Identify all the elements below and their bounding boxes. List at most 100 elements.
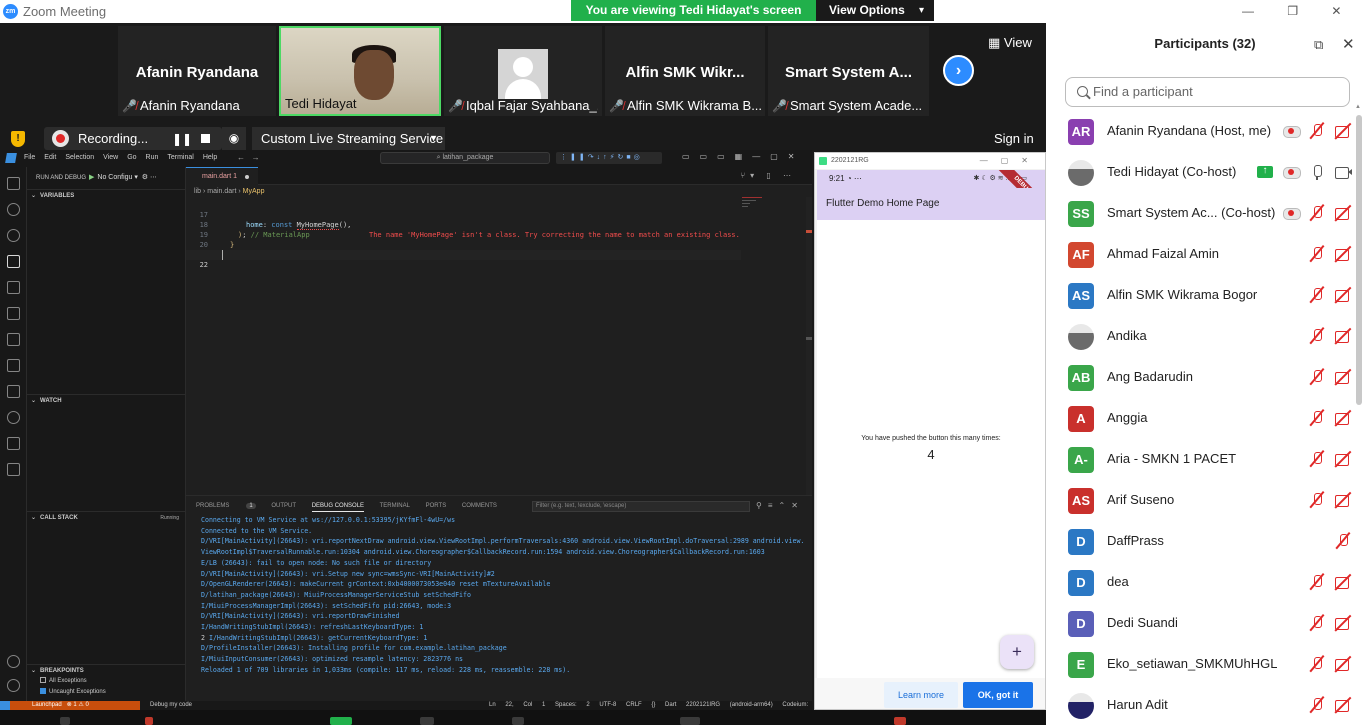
breadcrumb-class[interactable]: MyApp bbox=[243, 188, 265, 195]
taskbar-icon[interactable] bbox=[145, 717, 153, 725]
code-line-18[interactable]: 18 ); // MaterialApp bbox=[186, 210, 310, 239]
participant-row[interactable]: Andika bbox=[1046, 316, 1356, 357]
participant-row[interactable]: D DaffPrass bbox=[1046, 521, 1356, 562]
testing-icon[interactable] bbox=[7, 333, 20, 346]
ok-got-it-button[interactable]: OK, got it bbox=[963, 682, 1033, 708]
participant-row[interactable]: E Eko_setiawan_SMKMUhHGL bbox=[1046, 644, 1356, 685]
code-line-20[interactable]: 20 } bbox=[186, 230, 227, 259]
video-tile[interactable]: Afanin Ryandana 🎤̸ Afanin Ryandana bbox=[118, 26, 276, 116]
menu-edit[interactable]: Edit bbox=[44, 154, 56, 161]
run-debug-icon[interactable] bbox=[7, 255, 20, 268]
code-line-19[interactable]: 19 } bbox=[186, 220, 235, 249]
taskbar-icon[interactable] bbox=[60, 717, 70, 725]
video-tile-active-speaker[interactable]: Tedi Hidayat bbox=[279, 26, 441, 116]
menu-selection[interactable]: Selection bbox=[65, 154, 94, 161]
participant-row[interactable]: AS Alfin SMK Wikrama Bogor bbox=[1046, 275, 1356, 316]
participant-list-scrollbar[interactable] bbox=[1356, 115, 1362, 405]
participant-row[interactable]: Tedi Hidayat (Co-host) bbox=[1046, 152, 1356, 193]
menu-run[interactable]: Run bbox=[146, 154, 159, 161]
tab-comments[interactable]: COMMENTS bbox=[462, 503, 497, 509]
json-icon[interactable] bbox=[7, 463, 20, 476]
timeline-icon[interactable] bbox=[7, 411, 20, 424]
participant-row[interactable]: D Dedi Suandi bbox=[1046, 603, 1356, 644]
tab-problems[interactable]: PROBLEMS 1 bbox=[196, 503, 256, 509]
code-line-21[interactable]: 21 bbox=[186, 240, 220, 259]
participant-row[interactable]: SS Smart System Ac... (Co-host) bbox=[1046, 193, 1356, 234]
sign-in-link[interactable]: Sign in bbox=[994, 131, 1034, 146]
video-tile[interactable]: 🎤̸ Iqbal Fajar Syahbana_... bbox=[444, 26, 602, 116]
taskbar-icon[interactable] bbox=[680, 717, 700, 725]
account-icon[interactable] bbox=[7, 655, 20, 668]
extensions-icon[interactable] bbox=[7, 281, 20, 294]
taskbar-notification-badge[interactable] bbox=[894, 717, 906, 725]
increment-fab-button[interactable]: + bbox=[1000, 635, 1034, 669]
breadcrumb[interactable]: lib › main.dart › MyApp bbox=[194, 188, 264, 195]
scroll-up-icon[interactable]: ▲ bbox=[1355, 104, 1361, 110]
manage-gear-icon[interactable] bbox=[7, 679, 20, 692]
participant-list[interactable]: AR Afanin Ryandana (Host, me) Tedi Hidayat… bbox=[1046, 111, 1356, 725]
codeium-icon[interactable] bbox=[7, 359, 20, 372]
participant-row[interactable]: AB Ang Badarudin bbox=[1046, 357, 1356, 398]
status-problems[interactable]: ⊗ 1 ⚠ 0 bbox=[67, 702, 89, 708]
error-squiggle[interactable]: MyHomePage bbox=[296, 221, 339, 230]
window-controls[interactable]: — ❐ ✕ bbox=[1242, 4, 1341, 18]
explorer-icon[interactable] bbox=[7, 177, 20, 190]
participant-row[interactable]: A Anggia bbox=[1046, 398, 1356, 439]
stop-recording-button[interactable] bbox=[201, 134, 210, 143]
vscode-window-buttons[interactable]: ▭▭▭▦—▢✕ bbox=[682, 152, 805, 161]
emulator-window-buttons[interactable]: —▢✕ bbox=[980, 153, 1041, 169]
tab-main-dart[interactable]: main.dart 1 bbox=[186, 167, 258, 185]
menu-help[interactable]: Help bbox=[203, 154, 217, 161]
participant-row[interactable]: Ddea bbox=[1046, 562, 1356, 603]
rss-feed-icon[interactable]: ◉ bbox=[222, 127, 246, 150]
video-tile[interactable]: Alfin SMK Wikr... 🎤̸ Alfin SMK Wikrama B.… bbox=[605, 26, 765, 116]
watch-section-header[interactable]: ⌄ WATCH bbox=[27, 394, 185, 406]
live-stream-dropdown[interactable]: Custom Live Streaming Service ▼ bbox=[252, 127, 445, 150]
taskbar-icon[interactable] bbox=[512, 717, 524, 725]
checkbox-unchecked[interactable] bbox=[40, 677, 46, 683]
learn-more-button[interactable]: Learn more bbox=[884, 682, 958, 708]
project-manager-icon[interactable] bbox=[7, 385, 20, 398]
tab-ports[interactable]: PORTS bbox=[426, 503, 447, 509]
debug-console-output[interactable]: Connecting to VM Service at ws://127.0.0… bbox=[201, 515, 807, 676]
participant-row[interactable]: AS Arif Suseno bbox=[1046, 480, 1356, 521]
view-layout-button[interactable]: ▦ View bbox=[988, 35, 1032, 51]
breakpoints-section-header[interactable]: ⌄ BREAKPOINTS bbox=[27, 664, 185, 676]
search-icon[interactable] bbox=[7, 203, 20, 216]
menu-go[interactable]: Go bbox=[127, 154, 136, 161]
editor-actions[interactable]: ⑂▾ ▯ ⋯ bbox=[740, 171, 796, 180]
tab-debug-console[interactable]: DEBUG CONSOLE bbox=[311, 503, 365, 512]
code-line-22-current[interactable]: 22 bbox=[186, 250, 741, 269]
tab-terminal[interactable]: TERMINAL bbox=[380, 503, 410, 509]
security-shield-icon[interactable]: ! bbox=[11, 131, 25, 147]
debug-toolbar[interactable]: ⋮❚❚↷↓↑⚡↻■◎ bbox=[556, 152, 662, 164]
unsaved-dot-icon[interactable] bbox=[245, 175, 249, 179]
phone-screen[interactable]: 9:21 ◔ ⋯ ✱ ☾ ⚙ ≋ .ıl .ıl ▭ DEBUG Flutter… bbox=[817, 170, 1045, 678]
source-control-icon[interactable] bbox=[7, 229, 20, 242]
status-right-items[interactable]: Ln 22, Col 1 Spaces: 2 UTF-8 CRLF {} Dar… bbox=[489, 701, 812, 710]
popout-icon[interactable]: ⧉ bbox=[1314, 37, 1323, 53]
code-line-17[interactable]: 17 home: const MyHomePage(), The name 'M… bbox=[186, 200, 746, 239]
video-tile[interactable]: Smart System A... 🎤̸ Smart System Acade..… bbox=[768, 26, 929, 116]
menu-file[interactable]: File bbox=[24, 154, 35, 161]
menu-terminal[interactable]: Terminal bbox=[167, 154, 193, 161]
command-center-search[interactable]: ⌕ latihan_package bbox=[380, 152, 550, 164]
panel-actions[interactable]: ⚲≡⌃✕ bbox=[756, 501, 804, 510]
docker-icon[interactable] bbox=[7, 437, 20, 450]
taskbar-icon[interactable] bbox=[330, 717, 352, 725]
tab-output[interactable]: OUTPUT bbox=[271, 503, 296, 509]
status-debug-config[interactable]: Debug my code bbox=[150, 701, 192, 710]
breadcrumb-lib[interactable]: lib bbox=[194, 188, 201, 195]
status-launchpad[interactable]: Launchpad ⊗ 1 ⚠ 0 bbox=[10, 701, 140, 710]
participant-row[interactable]: AR Afanin Ryandana (Host, me) bbox=[1046, 111, 1356, 152]
participant-row[interactable]: A- Aria - SMKN 1 PACET bbox=[1046, 439, 1356, 480]
variables-section-header[interactable]: ⌄ VARIABLES bbox=[27, 189, 185, 201]
close-icon[interactable]: ✕ bbox=[1342, 35, 1355, 53]
menu-view[interactable]: View bbox=[103, 154, 118, 161]
taskbar-icon[interactable] bbox=[420, 717, 434, 725]
breadcrumb-file[interactable]: main.dart bbox=[207, 188, 236, 195]
nav-arrows[interactable]: ← → bbox=[237, 153, 260, 162]
play-icon[interactable]: ▶ bbox=[89, 174, 94, 181]
minimap[interactable] bbox=[742, 197, 802, 217]
checkbox-checked[interactable] bbox=[40, 688, 46, 694]
